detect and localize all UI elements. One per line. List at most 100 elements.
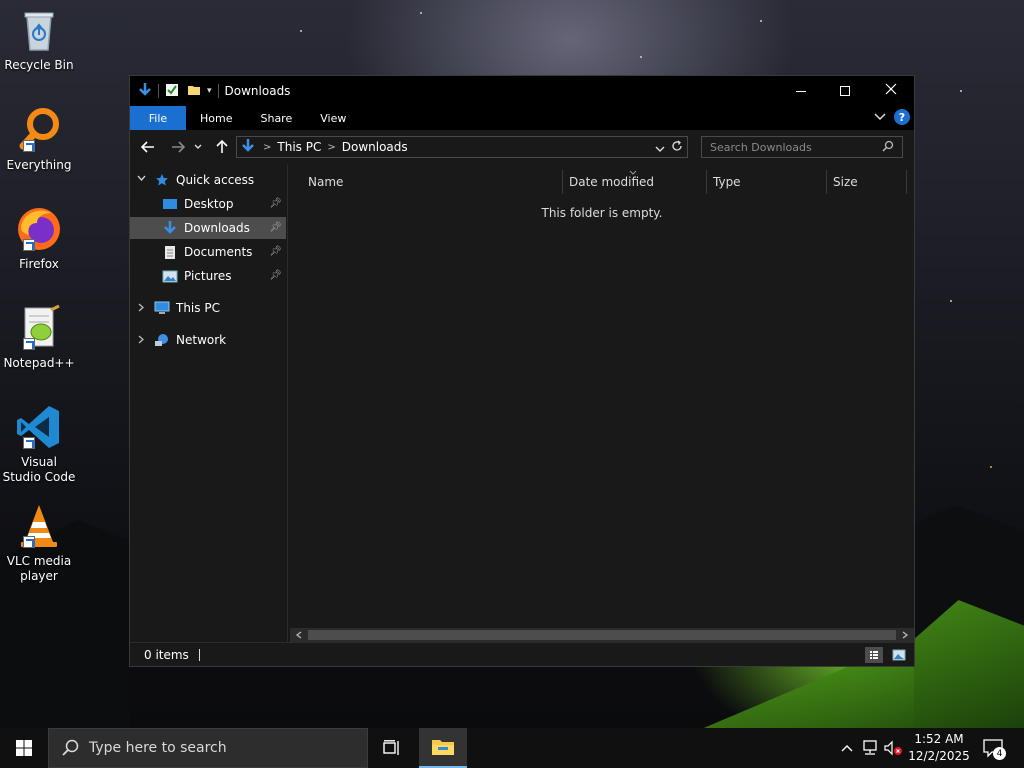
pin-icon[interactable]: 📌︎: [269, 270, 282, 281]
volume-button[interactable]: [882, 728, 904, 768]
notification-count-badge: 4: [993, 747, 1006, 760]
tab-home[interactable]: Home: [186, 106, 246, 130]
properties-icon[interactable]: [165, 83, 179, 100]
nav-this-pc[interactable]: This PC: [154, 297, 284, 319]
quick-access-toolbar-dropdown-icon[interactable]: ▾: [207, 86, 212, 96]
tab-view[interactable]: View: [306, 106, 360, 130]
task-view-button[interactable]: [368, 728, 416, 768]
up-arrow-icon: [216, 140, 228, 153]
sort-chevron-icon: [629, 164, 637, 178]
computer-icon: [154, 300, 170, 316]
horizontal-scrollbar[interactable]: [290, 628, 914, 642]
close-icon: [885, 83, 897, 99]
desktop-icon-label: Notepad++: [3, 356, 75, 370]
nav-this-pc-label: This PC: [176, 301, 220, 315]
desktop-icon-vlc[interactable]: VLC media player: [2, 502, 76, 584]
search-box[interactable]: [701, 136, 903, 158]
large-icons-view-button[interactable]: [890, 647, 908, 663]
forward-button[interactable]: [168, 137, 188, 157]
shortcut-arrow-icon: [23, 140, 35, 152]
status-separator: [198, 648, 200, 661]
nav-network[interactable]: Network: [154, 329, 284, 351]
recent-locations-button[interactable]: [192, 137, 204, 157]
desktop-icon-recycle-bin[interactable]: Recycle Bin: [2, 6, 76, 73]
search-input[interactable]: [710, 140, 870, 154]
pin-icon[interactable]: 📌︎: [269, 246, 282, 257]
desktop-icon-firefox[interactable]: Firefox: [2, 205, 76, 272]
network-status-button[interactable]: [860, 728, 880, 768]
refresh-icon[interactable]: [671, 140, 683, 155]
column-header-name[interactable]: Name: [302, 170, 563, 194]
back-arrow-icon: [141, 141, 154, 153]
wallpaper-star: [950, 300, 952, 302]
ribbon-tabs: File Home Share View ?: [130, 106, 914, 130]
desktop-icon-vscode[interactable]: Visual Studio Code: [2, 403, 76, 485]
tab-file[interactable]: File: [130, 106, 186, 130]
pin-icon[interactable]: 📌︎: [269, 198, 282, 209]
desktop-icon-label: VLC media player: [6, 554, 72, 583]
maximize-icon: [840, 86, 850, 96]
taskbar-file-explorer-button[interactable]: [419, 728, 467, 768]
details-view-button[interactable]: [865, 647, 883, 663]
desktop-icon-label: Everything: [6, 158, 72, 172]
nav-item-pictures[interactable]: Pictures 📌︎: [130, 265, 286, 287]
breadcrumb-downloads[interactable]: Downloads: [342, 140, 408, 154]
taskbar-clock[interactable]: 1:52 AM 12/2/2025: [906, 731, 972, 765]
documents-icon: [162, 244, 178, 260]
breadcrumb-this-pc[interactable]: This PC: [277, 140, 321, 154]
titlebar-separator: [217, 84, 219, 98]
breadcrumb-chevron-icon[interactable]: >: [263, 142, 271, 153]
help-icon[interactable]: ?: [894, 109, 910, 125]
nav-item-desktop[interactable]: Desktop 📌︎: [130, 193, 286, 215]
nav-item-downloads[interactable]: Downloads 📌︎: [130, 217, 286, 239]
nav-item-label: Downloads: [184, 221, 250, 235]
shortcut-arrow-icon: [23, 536, 35, 548]
scrollbar-thumb[interactable]: [308, 630, 896, 640]
breadcrumb-chevron-icon[interactable]: >: [327, 142, 335, 153]
maximize-button[interactable]: [822, 76, 868, 106]
taskbar-search-box[interactable]: Type here to search: [48, 728, 368, 768]
address-bar[interactable]: > This PC > Downloads: [236, 136, 688, 158]
pictures-icon: [162, 268, 178, 284]
up-button[interactable]: [212, 137, 232, 157]
back-button[interactable]: [138, 137, 158, 157]
nav-item-label: Pictures: [184, 269, 232, 283]
nav-quick-access[interactable]: Quick access: [154, 169, 284, 191]
taskbar: Type here to search 1:52 AM 12/2/2025 4: [0, 728, 1024, 768]
close-button[interactable]: [868, 76, 914, 106]
window-titlebar[interactable]: ▾ Downloads: [130, 76, 914, 106]
expand-ribbon-chevron-icon[interactable]: [874, 110, 886, 124]
minimize-button[interactable]: [778, 76, 824, 106]
desktop-icon-notepadpp[interactable]: Notepad++: [2, 304, 76, 371]
scroll-left-icon[interactable]: [292, 628, 306, 642]
nav-network-label: Network: [176, 333, 227, 347]
collapse-chevron-icon[interactable]: [137, 174, 146, 185]
ribbon-right-controls: ?: [874, 109, 910, 125]
column-header-label: Size: [833, 175, 858, 189]
tab-share[interactable]: Share: [246, 106, 306, 130]
search-icon[interactable]: [882, 140, 894, 155]
address-history-dropdown-icon[interactable]: [655, 142, 665, 156]
column-header-size[interactable]: Size: [827, 170, 907, 194]
pin-icon[interactable]: 📌︎: [269, 222, 282, 233]
minimize-icon: [796, 90, 806, 92]
new-folder-icon[interactable]: [187, 83, 201, 100]
show-hidden-icons-button[interactable]: [838, 728, 856, 768]
column-header-type[interactable]: Type: [707, 170, 827, 194]
navigation-pane: Quick access Desktop 📌︎ Downloads 📌︎ Doc…: [130, 164, 288, 642]
start-button[interactable]: [0, 728, 48, 768]
recycle-bin-icon: [15, 6, 63, 54]
navigation-bar: > This PC > Downloads: [130, 130, 914, 164]
scroll-right-icon[interactable]: [898, 628, 912, 642]
action-center-button[interactable]: 4: [980, 728, 1008, 768]
desktop-icon-everything[interactable]: Everything: [2, 106, 76, 173]
column-header-label: Type: [713, 175, 741, 189]
expand-chevron-icon[interactable]: [138, 303, 145, 315]
expand-chevron-icon[interactable]: [138, 335, 145, 347]
search-icon: [62, 739, 79, 756]
forward-arrow-icon: [172, 141, 185, 153]
column-header-date-modified[interactable]: Date modified: [563, 170, 707, 194]
column-header-label: Name: [308, 175, 344, 189]
nav-item-documents[interactable]: Documents 📌︎: [130, 241, 286, 263]
wallpaper-star: [420, 12, 422, 14]
